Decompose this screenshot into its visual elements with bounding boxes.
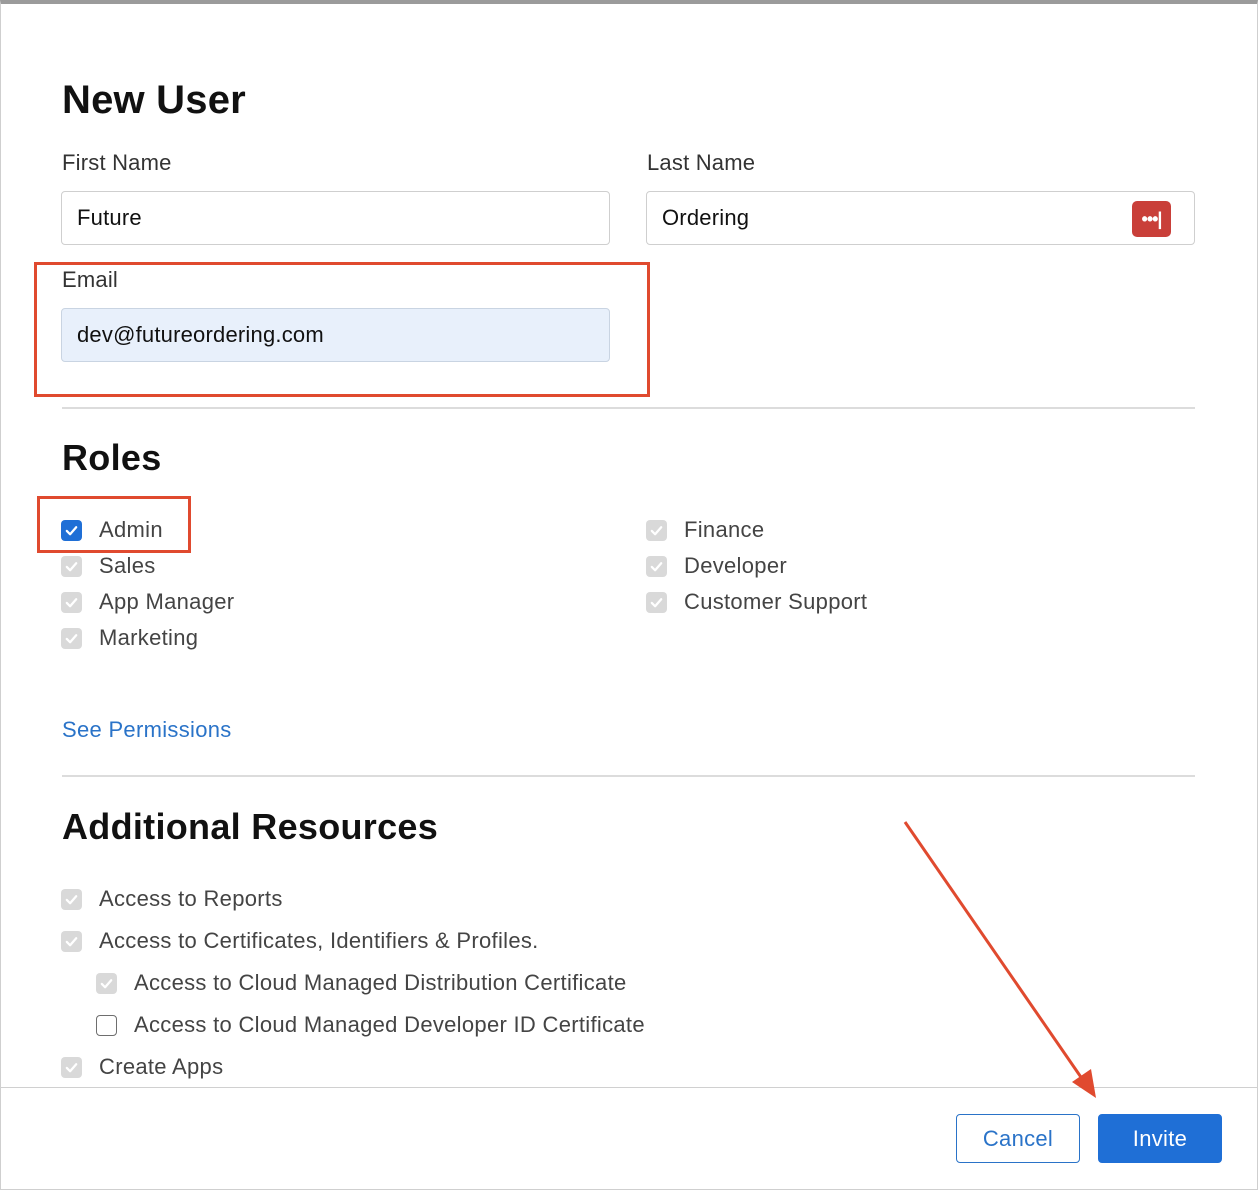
role-label: App Manager (99, 589, 235, 614)
resource-label: Access to Reports (99, 886, 283, 911)
role-app-manager: App Manager (61, 587, 234, 617)
dialog-title: New User (62, 78, 246, 122)
cancel-button[interactable]: Cancel (956, 1114, 1080, 1163)
role-finance: Finance (646, 515, 764, 545)
role-label: Developer (684, 553, 787, 578)
resource-label: Create Apps (99, 1054, 224, 1079)
checkbox-disabled-icon (61, 888, 82, 910)
email-label: Email (62, 267, 119, 292)
invite-button[interactable]: Invite (1098, 1114, 1222, 1163)
checkbox-disabled-icon (61, 930, 82, 952)
first-name-input[interactable]: Future (61, 191, 610, 245)
role-marketing: Marketing (61, 623, 198, 653)
checkbox-disabled-icon (61, 1056, 82, 1078)
resource-label: Access to Cloud Managed Developer ID Cer… (134, 1012, 645, 1037)
resource-developer-id-certificate[interactable]: Access to Cloud Managed Developer ID Cer… (96, 1010, 645, 1040)
role-label: Marketing (99, 625, 199, 650)
role-sales: Sales (61, 551, 156, 581)
checkbox-disabled-icon (61, 627, 82, 649)
role-customer-support: Customer Support (646, 587, 867, 617)
email-input[interactable]: dev@futureordering.com (61, 308, 610, 362)
first-name-value: Future (77, 205, 142, 230)
checkbox-disabled-icon (646, 555, 667, 577)
resource-create-apps: Create Apps (61, 1052, 223, 1082)
checkbox-disabled-icon (61, 555, 82, 577)
checkbox-unchecked-icon[interactable] (96, 1014, 117, 1036)
see-permissions-link[interactable]: See Permissions (62, 717, 232, 743)
role-label: Customer Support (684, 589, 868, 614)
checkbox-disabled-icon (61, 591, 82, 613)
section-divider (62, 407, 1195, 409)
footer-divider (0, 1087, 1258, 1088)
role-label: Sales (99, 553, 156, 578)
additional-resources-heading: Additional Resources (62, 806, 439, 847)
password-manager-icon[interactable]: •••| (1132, 201, 1171, 237)
role-developer: Developer (646, 551, 787, 581)
role-admin[interactable]: Admin (61, 515, 163, 545)
resource-distribution-certificate: Access to Cloud Managed Distribution Cer… (96, 968, 627, 998)
roles-heading: Roles (62, 437, 162, 478)
checkbox-disabled-icon (646, 591, 667, 613)
last-name-value: Ordering (662, 205, 750, 230)
checkbox-checked-icon[interactable] (61, 519, 82, 541)
last-name-input[interactable]: Ordering •••| (646, 191, 1195, 245)
role-label: Finance (684, 517, 765, 542)
resource-reports: Access to Reports (61, 884, 283, 914)
resource-certificates: Access to Certificates, Identifiers & Pr… (61, 926, 539, 956)
email-value: dev@futureordering.com (77, 322, 324, 347)
resource-label: Access to Cloud Managed Distribution Cer… (134, 970, 627, 995)
first-name-label: First Name (62, 150, 172, 175)
resource-label: Access to Certificates, Identifiers & Pr… (99, 928, 539, 953)
checkbox-disabled-icon (96, 972, 117, 994)
role-label: Admin (99, 517, 163, 542)
checkbox-disabled-icon (646, 519, 667, 541)
last-name-label: Last Name (647, 150, 756, 175)
section-divider (62, 775, 1195, 777)
